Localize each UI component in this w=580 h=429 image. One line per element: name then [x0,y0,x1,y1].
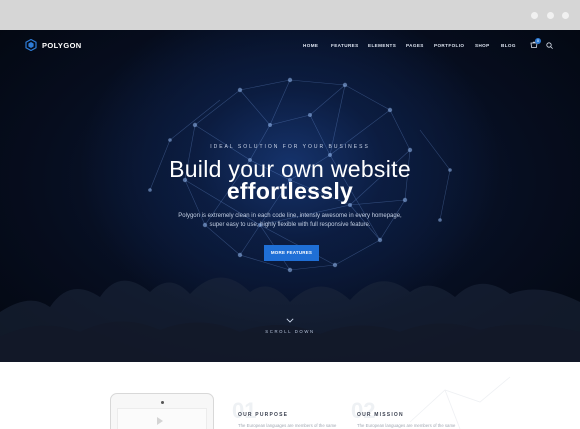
nav-item-shop[interactable]: SHOP [475,43,490,48]
section-number-02: 02 [351,398,376,423]
hero-kicker: IDEAL SOLUTION FOR YOUR BUSINESS [210,144,370,150]
section-text-purpose: The European languages are members of th… [238,423,337,428]
chevron-down-icon[interactable] [286,318,294,323]
window-dot-2[interactable] [547,12,554,19]
nav-item-home[interactable]: HOME [303,43,318,48]
nav-item-blog[interactable]: BLOG [501,43,516,48]
nav-item-pages[interactable]: PAGES [406,43,424,48]
features-section: 01 OUR PURPOSE The European languages ar… [0,362,580,429]
section-title-purpose: OUR PURPOSE [238,412,289,418]
hero-description-line-1: Polygon is extremely clean in each code … [178,213,402,219]
nav-item-elements[interactable]: ELEMENTS [368,43,396,48]
search-icon[interactable] [546,42,553,49]
play-icon[interactable] [157,417,163,425]
cart-count-badge: 0 [535,38,541,44]
polygon-logo-icon [25,39,37,51]
hero-headline-bold: effortlessly [226,178,354,204]
tablet-mockup [110,393,214,429]
brand-name: POLYGON [42,40,82,50]
hero-section: POLYGON HOME FEATURES ELEMENTS PAGES POR… [0,30,580,362]
hero-description: Polygon is extremely clean in each code … [165,212,415,230]
hero-description-line-2: super easy to use, highly flexible with … [209,222,371,228]
window-dot-1[interactable] [531,12,538,19]
tree-silhouette [0,277,580,362]
more-features-button[interactable]: MORE FEATURES [264,245,319,261]
decorative-polygon-lines [409,376,511,429]
section-title-mission: OUR MISSION [357,412,404,418]
browser-chrome [0,0,580,30]
tablet-screen [117,408,207,429]
tablet-camera [161,401,164,404]
window-dot-3[interactable] [562,12,569,19]
nav-item-features[interactable]: FEATURES [331,43,359,48]
section-number-01: 01 [232,398,257,423]
nav-item-portfolio[interactable]: PORTFOLIO [434,43,464,48]
brand-logo[interactable]: POLYGON [25,39,82,51]
scroll-down-label[interactable]: SCROLL DOWN [0,329,580,334]
